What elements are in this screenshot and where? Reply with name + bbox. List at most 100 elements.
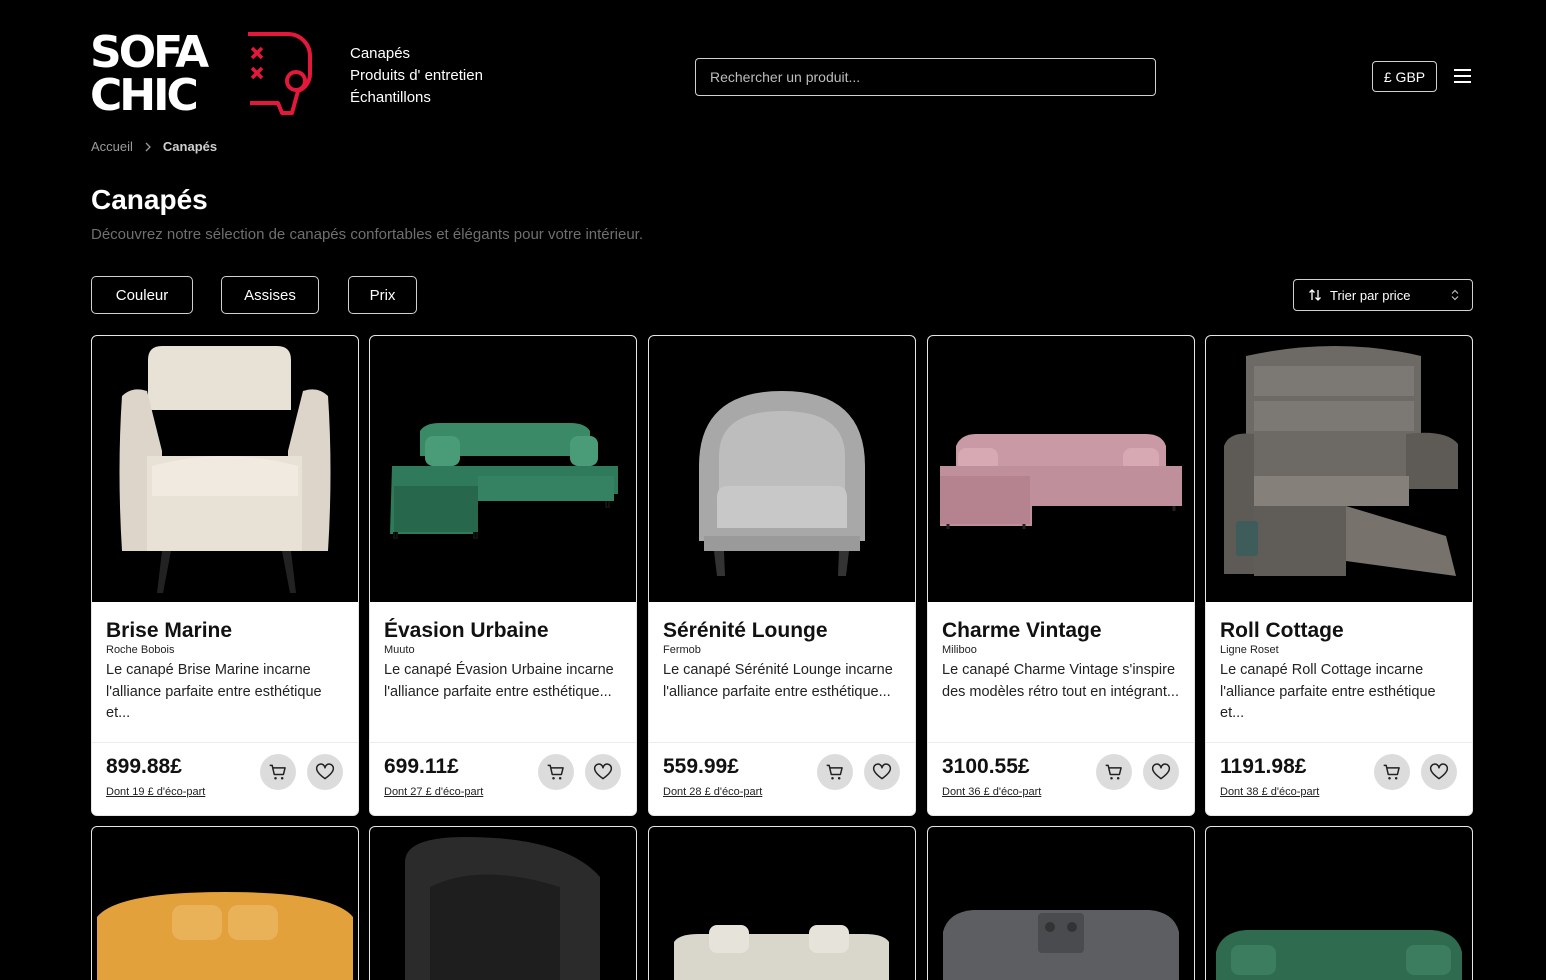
eco-part-link[interactable]: Dont 36 £ d'éco-part xyxy=(942,786,1041,798)
product-description: Le canapé Évasion Urbaine incarne l'alli… xyxy=(384,662,614,700)
tub-chair-black-image xyxy=(405,837,600,980)
cart-icon xyxy=(1383,764,1400,780)
logo-text-chic: CHIC xyxy=(90,70,196,120)
product-description: Le canapé Charme Vintage s'inspire des m… xyxy=(942,662,1179,700)
product-brand: Miliboo xyxy=(942,644,977,656)
product-price: 3100.55£ xyxy=(942,755,1030,778)
product-image[interactable] xyxy=(928,827,1194,980)
product-image[interactable] xyxy=(649,827,915,980)
product-footer: 699.11£ Dont 27 £ d'éco-part xyxy=(370,742,636,815)
product-image[interactable] xyxy=(92,336,358,602)
product-name[interactable]: Brise Marine xyxy=(106,619,346,643)
heart-icon xyxy=(1429,763,1449,780)
page-subtitle: Découvrez notre sélection de canapés con… xyxy=(91,226,643,243)
sort-label: Trier par price xyxy=(1330,287,1411,303)
breadcrumb: Accueil Canapés xyxy=(91,139,217,154)
product-price: 1191.98£ xyxy=(1220,755,1307,778)
product-image[interactable] xyxy=(92,827,358,980)
product-card[interactable] xyxy=(369,826,637,980)
breadcrumb-current: Canapés xyxy=(162,139,218,154)
heart-icon xyxy=(872,763,892,780)
add-to-cart-button[interactable] xyxy=(1096,754,1132,790)
product-footer: 899.88£ Dont 19 £ d'éco-part xyxy=(92,742,358,815)
sofa-yellow-image xyxy=(97,892,353,980)
add-to-cart-button[interactable] xyxy=(260,754,296,790)
product-image[interactable] xyxy=(649,336,915,602)
menu-icon[interactable] xyxy=(1453,68,1472,84)
eco-part-link[interactable]: Dont 19 £ d'éco-part xyxy=(106,786,205,798)
product-brand: Roche Bobois xyxy=(106,644,175,656)
search-input[interactable] xyxy=(695,58,1156,96)
nav-canapes[interactable]: Canapés xyxy=(350,44,483,63)
product-brand: Muuto xyxy=(384,644,415,656)
product-description: Le canapé Brise Marine incarne l'allianc… xyxy=(106,662,322,721)
cart-icon xyxy=(547,764,564,780)
add-to-favorites-button[interactable] xyxy=(864,754,900,790)
sofa-green-image xyxy=(1216,930,1462,980)
main-nav: Canapés Produits d' entretien Échantillo… xyxy=(350,44,483,107)
product-name[interactable]: Roll Cottage xyxy=(1220,619,1460,643)
add-to-cart-button[interactable] xyxy=(817,754,853,790)
sort-select[interactable]: Trier par price xyxy=(1293,279,1473,311)
product-card[interactable]: Évasion Urbaine Muuto Le canapé Évasion … xyxy=(369,335,637,816)
heart-icon xyxy=(315,763,335,780)
product-description: Le canapé Sérénité Lounge incarne l'alli… xyxy=(663,662,893,700)
add-to-cart-button[interactable] xyxy=(538,754,574,790)
nav-produits-entretien[interactable]: Produits d' entretien xyxy=(350,66,483,85)
product-name[interactable]: Sérénité Lounge xyxy=(663,619,903,643)
product-name[interactable]: Charme Vintage xyxy=(942,619,1182,643)
add-to-cart-button[interactable] xyxy=(1374,754,1410,790)
product-card[interactable] xyxy=(927,826,1195,980)
tub-chair-image xyxy=(699,391,865,576)
product-brand: Fermob xyxy=(663,644,701,656)
cart-icon xyxy=(826,764,843,780)
product-price: 699.11£ xyxy=(384,755,459,778)
add-to-favorites-button[interactable] xyxy=(1143,754,1179,790)
breadcrumb-home[interactable]: Accueil xyxy=(91,139,133,154)
nav-echantillons[interactable]: Échantillons xyxy=(350,88,483,107)
product-brand: Ligne Roset xyxy=(1220,644,1279,656)
currency-selector[interactable]: £ GBP xyxy=(1372,61,1437,92)
product-footer: 3100.55£ Dont 36 £ d'éco-part xyxy=(928,742,1194,815)
sofa-beige-image xyxy=(674,925,889,980)
corner-sofa-pink-image xyxy=(940,434,1182,529)
product-price: 899.88£ xyxy=(106,755,182,778)
product-card[interactable]: Brise Marine Roche Bobois Le canapé Bris… xyxy=(91,335,359,816)
product-card[interactable] xyxy=(1205,826,1473,980)
sort-arrows-icon xyxy=(1309,289,1321,301)
product-card[interactable]: Sérénité Lounge Fermob Le canapé Sérénit… xyxy=(648,335,916,816)
sofa-chic-logo[interactable]: SOFA CHIC xyxy=(90,28,322,120)
eco-part-link[interactable]: Dont 38 £ d'éco-part xyxy=(1220,786,1319,798)
product-image[interactable] xyxy=(928,336,1194,602)
cart-icon xyxy=(269,764,286,780)
product-image[interactable] xyxy=(1206,336,1472,602)
product-image[interactable] xyxy=(370,336,636,602)
filter-assises-button[interactable]: Assises xyxy=(221,276,319,314)
chevron-up-down-icon xyxy=(1451,289,1459,301)
site-header: SOFA CHIC Canapés Produits d' entretien … xyxy=(0,0,1546,130)
eco-part-link[interactable]: Dont 28 £ d'éco-part xyxy=(663,786,762,798)
armchair-image xyxy=(119,346,331,593)
product-image[interactable] xyxy=(1206,827,1472,980)
product-name[interactable]: Évasion Urbaine xyxy=(384,619,624,643)
eco-part-link[interactable]: Dont 27 £ d'éco-part xyxy=(384,786,483,798)
product-image[interactable] xyxy=(370,827,636,980)
heart-icon xyxy=(593,763,613,780)
product-card[interactable] xyxy=(648,826,916,980)
product-description: Le canapé Roll Cottage incarne l'allianc… xyxy=(1220,662,1436,721)
add-to-favorites-button[interactable] xyxy=(1421,754,1457,790)
product-card[interactable] xyxy=(91,826,359,980)
add-to-favorites-button[interactable] xyxy=(585,754,621,790)
filter-couleur-button[interactable]: Couleur xyxy=(91,276,193,314)
recliner-image xyxy=(1224,346,1458,576)
add-to-favorites-button[interactable] xyxy=(307,754,343,790)
product-footer: 559.99£ Dont 28 £ d'éco-part xyxy=(649,742,915,815)
cart-icon xyxy=(1105,764,1122,780)
product-card[interactable]: Roll Cottage Ligne Roset Le canapé Roll … xyxy=(1205,335,1473,816)
page-title: Canapés xyxy=(91,184,208,215)
chevron-right-icon xyxy=(145,142,151,151)
product-card[interactable]: Charme Vintage Miliboo Le canapé Charme … xyxy=(927,335,1195,816)
product-footer: 1191.98£ Dont 38 £ d'éco-part xyxy=(1206,742,1472,815)
sofa-gray-console-image xyxy=(943,910,1179,980)
filter-prix-button[interactable]: Prix xyxy=(348,276,417,314)
